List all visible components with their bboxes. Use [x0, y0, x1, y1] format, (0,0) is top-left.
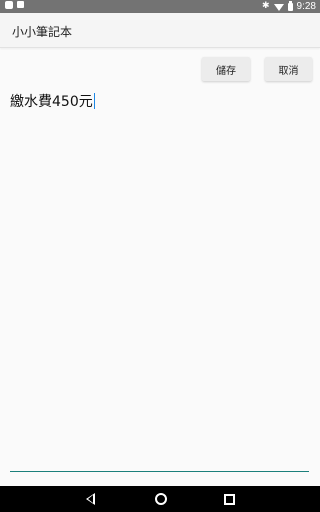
notification-icon: [17, 1, 24, 8]
app-bar: 小小筆記本: [0, 13, 320, 48]
note-text-field[interactable]: 繳水費450元: [10, 91, 95, 111]
navigation-bar: [0, 486, 320, 512]
cancel-button[interactable]: 取消: [265, 57, 312, 81]
app-title: 小小筆記本: [12, 25, 73, 39]
input-underline: [10, 471, 309, 472]
back-icon[interactable]: [86, 493, 95, 505]
status-left-icons: [5, 1, 24, 9]
home-icon[interactable]: [155, 493, 167, 505]
note-text: 繳水費450元: [10, 94, 93, 110]
battery-icon: [287, 0, 293, 11]
text-cursor: [93, 93, 95, 109]
wifi-icon: [273, 4, 284, 11]
status-time: 9:28: [296, 1, 316, 12]
bluetooth-icon: ✱: [261, 1, 270, 11]
android-icon: [5, 1, 13, 9]
save-button[interactable]: 儲存: [202, 57, 250, 81]
status-bar: ✱ 9:28: [0, 0, 320, 13]
status-right: ✱ 9:28: [262, 0, 316, 13]
recents-icon[interactable]: [224, 494, 235, 505]
